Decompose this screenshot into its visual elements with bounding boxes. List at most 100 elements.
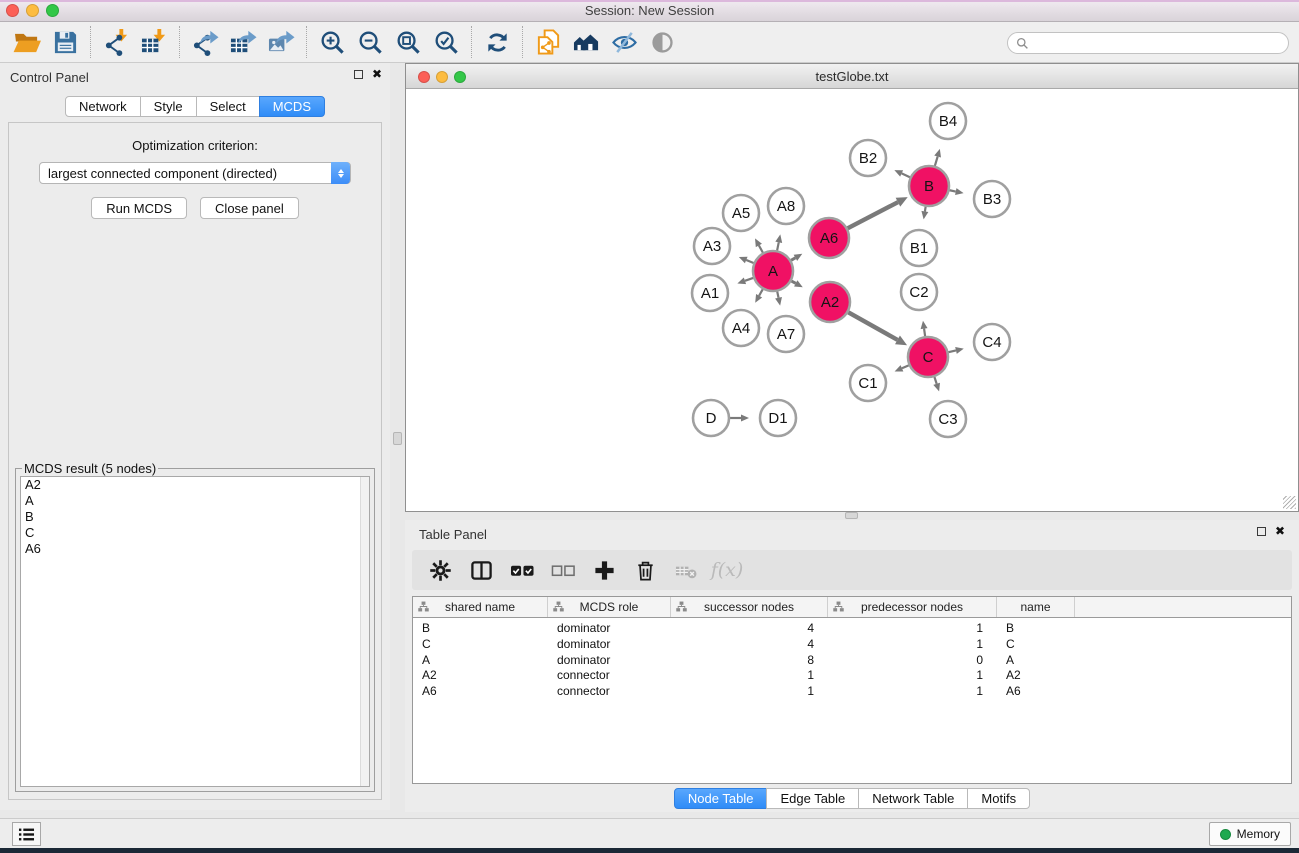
mcds-result-list[interactable]: A2ABCA6 bbox=[20, 476, 370, 787]
table-cell[interactable]: A2 bbox=[413, 668, 548, 684]
tab-mcds[interactable]: MCDS bbox=[259, 96, 325, 117]
close-panel-icon[interactable]: ✖ bbox=[372, 69, 382, 79]
table-cell[interactable]: 1 bbox=[671, 684, 828, 700]
export-network-icon[interactable] bbox=[186, 25, 224, 59]
table-cell[interactable]: dominator bbox=[548, 621, 671, 637]
table-cell[interactable]: A2 bbox=[997, 668, 1075, 684]
table-cell[interactable]: dominator bbox=[548, 637, 671, 653]
zoom-in-icon[interactable] bbox=[313, 25, 351, 59]
tab-select[interactable]: Select bbox=[196, 96, 260, 117]
graph-edge-C-C2[interactable] bbox=[924, 329, 925, 337]
column-header-shared-name[interactable]: shared name bbox=[413, 597, 548, 617]
table-row[interactable]: Bdominator41B bbox=[413, 621, 1291, 637]
mcds-result-item[interactable]: A6 bbox=[21, 541, 369, 557]
window-resize-grip[interactable] bbox=[1283, 496, 1296, 509]
table-cell[interactable]: connector bbox=[548, 668, 671, 684]
float-panel-icon[interactable] bbox=[354, 70, 363, 79]
graph-edge-A-A5[interactable] bbox=[759, 245, 763, 252]
graph-edge-A-A1[interactable] bbox=[745, 278, 753, 281]
column-settings-icon[interactable] bbox=[424, 554, 456, 586]
table-cell[interactable]: 4 bbox=[671, 637, 828, 653]
close-table-panel-icon[interactable]: ✖ bbox=[1275, 526, 1285, 536]
graph-edge-A-A6[interactable] bbox=[791, 258, 795, 261]
float-table-panel-icon[interactable] bbox=[1257, 527, 1266, 536]
vertical-splitter-handle[interactable] bbox=[393, 432, 402, 445]
graph-edge-C-C3[interactable] bbox=[934, 377, 936, 384]
tab-network-table[interactable]: Network Table bbox=[858, 788, 968, 809]
table-cell[interactable]: 1 bbox=[828, 668, 997, 684]
tab-network[interactable]: Network bbox=[65, 96, 141, 117]
column-header-mcds-role[interactable]: MCDS role bbox=[548, 597, 671, 617]
table-cell[interactable]: connector bbox=[548, 684, 671, 700]
close-panel-button[interactable]: Close panel bbox=[200, 197, 299, 219]
table-cell[interactable]: B bbox=[997, 621, 1075, 637]
table-cell[interactable]: 1 bbox=[671, 668, 828, 684]
zoom-out-icon[interactable] bbox=[351, 25, 389, 59]
table-cell[interactable]: 4 bbox=[671, 621, 828, 637]
tab-style[interactable]: Style bbox=[140, 96, 197, 117]
task-history-button[interactable] bbox=[12, 822, 41, 846]
memory-button[interactable]: Memory bbox=[1209, 822, 1291, 846]
table-row[interactable]: A6connector11A6 bbox=[413, 684, 1291, 700]
table-row[interactable]: A2connector11A2 bbox=[413, 668, 1291, 684]
add-column-icon[interactable] bbox=[588, 554, 620, 586]
graph-edge-C-C1[interactable] bbox=[902, 365, 909, 368]
split-view-icon[interactable] bbox=[465, 554, 497, 586]
mcds-result-item[interactable]: A2 bbox=[21, 477, 369, 493]
graph-edge-A2-C[interactable] bbox=[848, 312, 897, 340]
graph-edge-A-A4[interactable] bbox=[759, 289, 763, 295]
graph-edge-C-C4[interactable] bbox=[948, 350, 956, 352]
open-file-icon[interactable] bbox=[8, 25, 46, 59]
refresh-layout-icon[interactable] bbox=[478, 25, 516, 59]
table-cell[interactable]: 8 bbox=[671, 653, 828, 669]
search-input[interactable] bbox=[1034, 36, 1280, 51]
mcds-result-item[interactable]: C bbox=[21, 525, 369, 541]
home-icon[interactable] bbox=[567, 25, 605, 59]
save-session-icon[interactable] bbox=[46, 25, 84, 59]
export-table-icon[interactable] bbox=[224, 25, 262, 59]
network-window-titlebar[interactable]: testGlobe.txt bbox=[406, 64, 1298, 89]
show-graphics-details-icon[interactable] bbox=[643, 25, 681, 59]
table-cell[interactable]: A6 bbox=[997, 684, 1075, 700]
table-cell[interactable]: dominator bbox=[548, 653, 671, 669]
table-row[interactable]: Cdominator41C bbox=[413, 637, 1291, 653]
tab-edge-table[interactable]: Edge Table bbox=[766, 788, 859, 809]
delete-column-icon[interactable] bbox=[629, 554, 661, 586]
select-all-checkboxes-icon[interactable] bbox=[506, 554, 538, 586]
deselect-all-checkboxes-icon[interactable] bbox=[547, 554, 579, 586]
column-header-name[interactable]: name bbox=[997, 597, 1075, 617]
graph-edge-A6-B[interactable] bbox=[848, 202, 898, 228]
table-cell[interactable]: 1 bbox=[828, 621, 997, 637]
graph-edge-B-B3[interactable] bbox=[950, 190, 956, 191]
list-scrollbar[interactable] bbox=[360, 477, 369, 786]
graph-edge-A-A2[interactable] bbox=[791, 281, 795, 283]
horizontal-splitter-handle[interactable] bbox=[845, 512, 858, 519]
import-network-icon[interactable] bbox=[97, 25, 135, 59]
column-header-successor-nodes[interactable]: successor nodes bbox=[671, 597, 828, 617]
graph-edge-A-A3[interactable] bbox=[746, 260, 753, 263]
tab-node-table[interactable]: Node Table bbox=[674, 788, 768, 809]
zoom-selected-icon[interactable] bbox=[427, 25, 465, 59]
network-canvas[interactable]: B4B2BB3B1A5A8A6A3AA1A2C2A4A7CC4C1C3DD1 bbox=[406, 89, 1298, 511]
table-cell[interactable]: 0 bbox=[828, 653, 997, 669]
table-cell[interactable]: B bbox=[413, 621, 548, 637]
graph-edge-A-A7[interactable] bbox=[777, 292, 778, 298]
mcds-result-item[interactable]: B bbox=[21, 509, 369, 525]
graph-edge-A-A8[interactable] bbox=[777, 242, 779, 250]
run-mcds-button[interactable]: Run MCDS bbox=[91, 197, 187, 219]
mcds-result-item[interactable]: A bbox=[21, 493, 369, 509]
graph-edge-B-B2[interactable] bbox=[902, 173, 910, 177]
table-row[interactable]: Adominator80A bbox=[413, 653, 1291, 669]
hide-graphics-details-icon[interactable] bbox=[605, 25, 643, 59]
import-table-icon[interactable] bbox=[135, 25, 173, 59]
table-cell[interactable]: C bbox=[997, 637, 1075, 653]
table-cell[interactable]: A6 bbox=[413, 684, 548, 700]
table-cell[interactable]: C bbox=[413, 637, 548, 653]
graph-edge-B-B4[interactable] bbox=[935, 157, 938, 166]
table-cell[interactable]: 1 bbox=[828, 637, 997, 653]
zoom-fit-icon[interactable] bbox=[389, 25, 427, 59]
copy-session-icon[interactable] bbox=[529, 25, 567, 59]
table-cell[interactable]: A bbox=[997, 653, 1075, 669]
table-cell[interactable]: 1 bbox=[828, 684, 997, 700]
column-header-predecessor-nodes[interactable]: predecessor nodes bbox=[828, 597, 997, 617]
